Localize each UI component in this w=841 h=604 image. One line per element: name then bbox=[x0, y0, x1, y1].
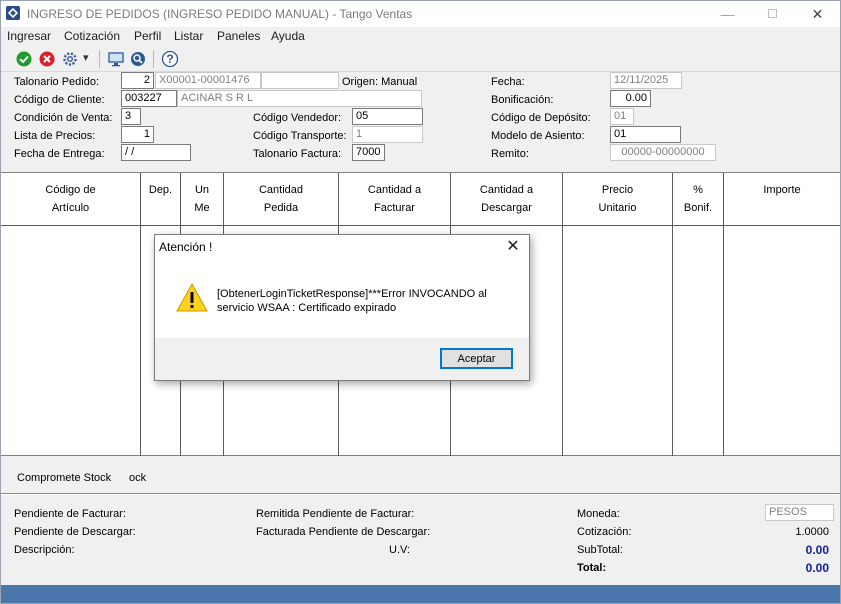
title-bar: INGRESO DE PEDIDOS (INGRESO PEDIDO MANUA… bbox=[1, 1, 840, 27]
modelo-asiento-field[interactable]: 01 bbox=[610, 126, 681, 143]
codigo-transporte-label: Código Transporte: bbox=[253, 130, 347, 142]
talonario-pedido-label: Talonario Pedido: bbox=[14, 76, 100, 88]
aceptar-button[interactable]: Aceptar bbox=[440, 348, 513, 369]
menu-perfil[interactable]: Perfil bbox=[134, 29, 161, 43]
menu-cotizacion[interactable]: Cotización bbox=[64, 29, 120, 43]
fecha-entrega-field[interactable]: / / bbox=[121, 144, 191, 161]
gear-dropdown-chevron-icon[interactable]: ▾ bbox=[83, 51, 89, 64]
subtotal-value: 0.00 bbox=[805, 543, 829, 557]
facturada-pendiente-label: Facturada Pendiente de Descargar: bbox=[256, 526, 431, 538]
gear-icon[interactable] bbox=[61, 50, 79, 68]
codigo-vendedor-field[interactable]: 05 bbox=[352, 108, 423, 125]
codigo-deposito-field: 01 bbox=[610, 108, 634, 125]
cotizacion-value: 1.0000 bbox=[795, 526, 829, 538]
stock-section: Compromete Stock ock bbox=[1, 456, 840, 494]
column-header-cantidad-descargar[interactable]: Cantidad a Descargar bbox=[451, 181, 562, 217]
dialog-title: Atención ! bbox=[159, 240, 213, 254]
column-header-codigo-articulo[interactable]: Código de Artículo bbox=[1, 181, 140, 217]
monitor-icon[interactable] bbox=[107, 50, 125, 68]
dialog-message-line2: servicio WSAA : Certificado expirado bbox=[217, 302, 397, 314]
condicion-venta-field[interactable]: 3 bbox=[121, 108, 141, 125]
menu-bar: Ingresar Cotización Perfil Listar Panele… bbox=[1, 27, 840, 45]
fecha-entrega-label: Fecha de Entrega: bbox=[14, 148, 105, 160]
remitida-pendiente-label: Remitida Pendiente de Facturar: bbox=[256, 508, 415, 520]
toolbar-separator bbox=[99, 50, 100, 68]
compromete-stock-label: Compromete Stock bbox=[17, 472, 112, 484]
codigo-vendedor-label: Código Vendedor: bbox=[253, 112, 342, 124]
menu-paneles[interactable]: Paneles bbox=[217, 29, 260, 43]
help-glyph: ? bbox=[166, 52, 174, 66]
talonario-factura-label: Talonario Factura: bbox=[253, 148, 342, 160]
dialog-close-button[interactable]: ✕ bbox=[503, 237, 523, 257]
column-header-un-me[interactable]: Un Me bbox=[181, 181, 223, 217]
status-bar bbox=[1, 585, 840, 603]
column-header-importe[interactable]: Importe bbox=[724, 181, 840, 199]
window-title: INGRESO DE PEDIDOS (INGRESO PEDIDO MANUA… bbox=[27, 7, 413, 21]
moneda-field: PESOS bbox=[765, 504, 834, 521]
alert-dialog: Atención ! ✕ [ObtenerLoginTicketResponse… bbox=[154, 234, 530, 381]
lista-precios-label: Lista de Precios: bbox=[14, 130, 96, 142]
accept-check-icon[interactable] bbox=[15, 50, 33, 68]
talonario-factura-field[interactable]: 7000 bbox=[352, 144, 385, 161]
descripcion-label: Descripción: bbox=[14, 544, 75, 556]
warning-icon bbox=[176, 282, 208, 314]
talonario-pedido-extra bbox=[261, 72, 339, 89]
menu-ayuda[interactable]: Ayuda bbox=[271, 29, 305, 43]
pendiente-descargar-label: Pendiente de Descargar: bbox=[14, 526, 136, 538]
codigo-cliente-field[interactable]: 003227 bbox=[121, 90, 177, 107]
subtotal-label: SubTotal: bbox=[577, 544, 623, 556]
cotizacion-label: Cotización: bbox=[577, 526, 632, 538]
column-header-cantidad-pedida[interactable]: Cantidad Pedida bbox=[224, 181, 338, 217]
cancel-x-icon[interactable] bbox=[38, 50, 56, 68]
modelo-asiento-label: Modelo de Asiento: bbox=[491, 130, 585, 142]
talonario-pedido-number: X00001-00001476 bbox=[155, 72, 261, 89]
close-window-button[interactable]: ✕ bbox=[795, 1, 840, 27]
codigo-deposito-label: Código de Depósito: bbox=[491, 112, 591, 124]
remito-field: 00000-00000000 bbox=[610, 144, 716, 161]
column-divider bbox=[140, 173, 141, 456]
total-value: 0.00 bbox=[805, 561, 829, 575]
cliente-nombre-field: ACINAR S R L bbox=[177, 90, 422, 107]
menu-listar[interactable]: Listar bbox=[174, 29, 203, 43]
remito-label: Remito: bbox=[491, 148, 529, 160]
dialog-footer: Aceptar bbox=[155, 338, 529, 380]
help-icon[interactable]: ? bbox=[161, 50, 179, 68]
app-logo-icon bbox=[5, 5, 21, 21]
codigo-transporte-field: 1 bbox=[352, 126, 423, 143]
talonario-pedido-field[interactable]: 2 bbox=[121, 72, 154, 89]
dialog-message: [ObtenerLoginTicketResponse]***Error INV… bbox=[217, 287, 517, 315]
column-header-dep[interactable]: Dep. bbox=[141, 181, 180, 199]
condicion-venta-label: Condición de Venta: bbox=[14, 112, 113, 124]
origen-label: Origen: Manual bbox=[342, 76, 418, 88]
compromete-stock-value: ock bbox=[129, 472, 147, 484]
minimize-button[interactable]: — bbox=[705, 1, 750, 27]
toolbar: ▾ ? bbox=[1, 45, 840, 72]
toolbar-separator bbox=[153, 50, 154, 68]
moneda-label: Moneda: bbox=[577, 508, 620, 520]
column-header-cantidad-facturar[interactable]: Cantidad a Facturar bbox=[339, 181, 450, 217]
order-header: Talonario Pedido: 2 X00001-00001476 Orig… bbox=[1, 72, 840, 172]
codigo-cliente-label: Código de Cliente: bbox=[14, 94, 105, 106]
bonificacion-field[interactable]: 0.00 bbox=[610, 90, 651, 107]
column-divider bbox=[723, 173, 724, 456]
menu-ingresar[interactable]: Ingresar bbox=[7, 29, 51, 43]
grid-header-divider bbox=[1, 225, 840, 226]
dialog-message-line1: [ObtenerLoginTicketResponse]***Error INV… bbox=[217, 288, 487, 300]
total-label: Total: bbox=[577, 562, 607, 574]
lista-precios-field[interactable]: 1 bbox=[121, 126, 154, 143]
uv-label: U.V: bbox=[389, 544, 410, 556]
fecha-field: 12/11/2025 bbox=[610, 72, 682, 89]
fecha-label: Fecha: bbox=[491, 76, 525, 88]
column-header-precio-unitario[interactable]: Precio Unitario bbox=[563, 181, 672, 217]
search-record-icon[interactable] bbox=[129, 50, 147, 68]
column-header-bonif[interactable]: % Bonif. bbox=[673, 181, 723, 217]
bonificacion-label: Bonificación: bbox=[491, 94, 554, 106]
pendiente-facturar-label: Pendiente de Facturar: bbox=[14, 508, 126, 520]
maximize-button[interactable]: ☐ bbox=[750, 1, 795, 27]
footer-section: Pendiente de Facturar: Pendiente de Desc… bbox=[1, 495, 840, 585]
